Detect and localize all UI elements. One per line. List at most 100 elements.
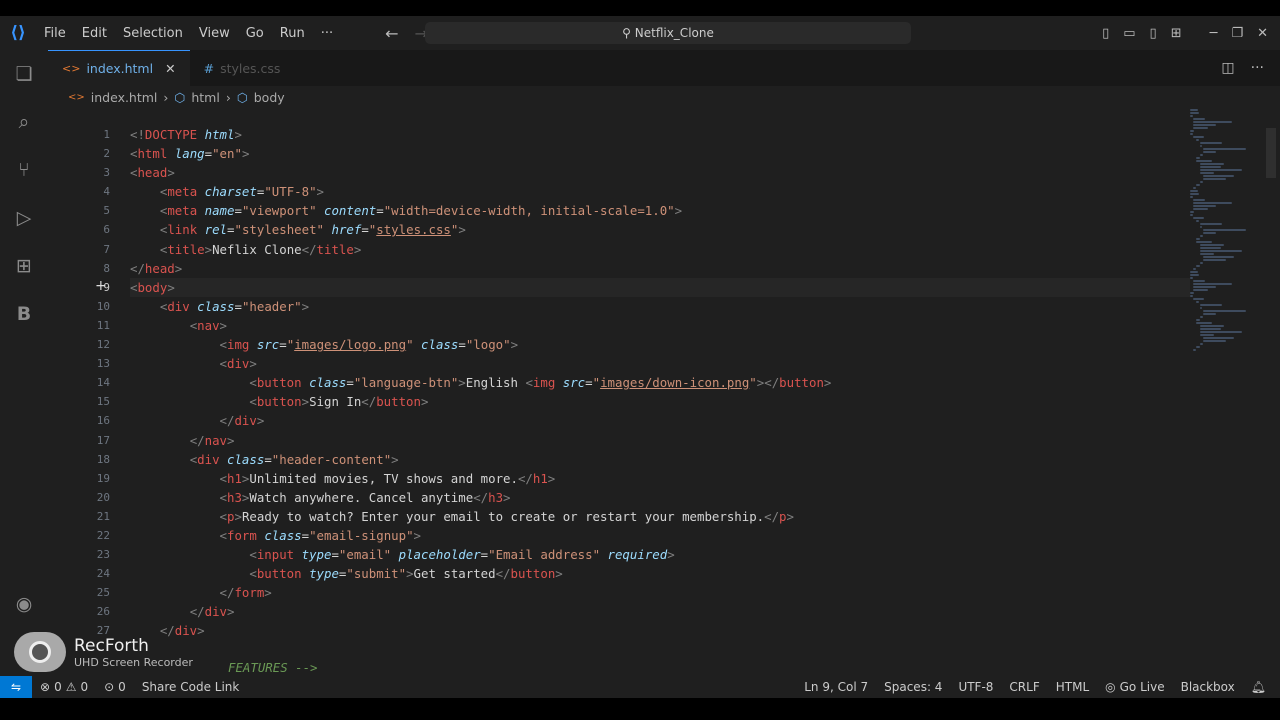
split-editor-icon[interactable]: ◫ [1221, 60, 1234, 76]
ports-indicator[interactable]: ⊙ 0 [96, 680, 134, 694]
account-icon[interactable]: ◉ [0, 580, 48, 628]
toggle-secondary-sidebar-icon[interactable]: ▯ [1150, 26, 1157, 41]
menu-selection[interactable]: Selection [115, 26, 191, 41]
notifications-bell-icon[interactable]: 🔔︎ [1243, 680, 1274, 694]
toggle-panel-icon[interactable]: ▭ [1123, 26, 1135, 41]
code-line: <div> [219, 356, 257, 372]
command-center-search[interactable]: ⚲ Netflix_Clone [425, 22, 911, 44]
minimap-line [1190, 115, 1194, 117]
code-area[interactable]: <!DOCTYPE html> <html lang="en"> <head> <m… [130, 125, 1190, 641]
line-number: 15 [96, 395, 110, 409]
tab-styles-css[interactable]: # styles.css [190, 50, 295, 86]
minimap-line [1193, 121, 1232, 123]
minimize-icon[interactable]: ─ [1210, 26, 1218, 41]
problems-indicator[interactable]: ⊗ 0 ⚠ 0 [32, 680, 96, 694]
blackbox-icon[interactable]: B [0, 290, 48, 338]
minimap-line [1199, 262, 1204, 264]
add-comment-plus-icon[interactable]: + [95, 278, 107, 294]
line-ending[interactable]: CRLF [1001, 680, 1047, 694]
css-file-icon: # [203, 60, 215, 76]
minimap-line [1199, 223, 1222, 225]
line-number: 6 [103, 223, 110, 237]
close-window-icon[interactable]: ✕ [1257, 26, 1268, 41]
status-bar: ⇋ ⊗ 0 ⚠ 0 ⊙ 0 Share Code Link Ln 9, Col … [0, 676, 1280, 698]
close-tab-icon[interactable]: ✕ [165, 61, 175, 76]
extensions-icon[interactable]: ⊞ [0, 242, 48, 290]
minimap-line [1199, 145, 1203, 147]
breadcrumb-html[interactable]: html [191, 90, 219, 105]
code-editor[interactable]: 1 2 3 4 5 6 7 8 9 +10 11 12 13 14 15 16 17 18 19 20 21 22 23 24… [48, 108, 1280, 676]
warning-icon: ⚠ [65, 680, 77, 694]
search-view-icon[interactable]: ⌕ [0, 98, 48, 146]
menu-go[interactable]: Go [238, 26, 272, 41]
code-line: </nav> [189, 432, 235, 448]
customize-layout-icon[interactable]: ⊞ [1171, 26, 1182, 41]
minimap-line [1190, 196, 1194, 198]
tab-index-html[interactable]: <> index.html ✕ [48, 50, 190, 86]
line-number: 26 [96, 605, 110, 619]
minimap-line [1196, 265, 1200, 267]
minimap-line [1196, 238, 1200, 240]
code-line: </div> [219, 413, 265, 429]
line-number: 22 [96, 528, 110, 542]
minimap-line [1193, 187, 1197, 189]
code-line: <title>Neflix Clone</title> [159, 241, 362, 257]
source-control-icon[interactable]: ⑂ [0, 146, 48, 194]
indentation[interactable]: Spaces: 4 [876, 680, 950, 694]
more-actions-icon[interactable]: ··· [1251, 60, 1264, 76]
remote-indicator-icon[interactable]: ⇋ [0, 676, 32, 698]
menu-file[interactable]: File [36, 26, 74, 41]
minimap-line [1196, 241, 1212, 243]
explorer-icon[interactable]: ❏ [0, 50, 48, 98]
line-number: 11 [96, 318, 110, 332]
breadcrumb-file[interactable]: index.html [91, 90, 158, 105]
code-line: </form> [219, 585, 272, 601]
share-code-link[interactable]: Share Code Link [134, 680, 248, 694]
minimap-line [1190, 133, 1194, 135]
line-number: 25 [96, 586, 110, 600]
minimap-line [1193, 202, 1232, 204]
encoding[interactable]: UTF-8 [950, 680, 1001, 694]
minimap-line [1190, 214, 1194, 216]
cursor-position[interactable]: Ln 9, Col 7 [796, 680, 876, 694]
menu-edit[interactable]: Edit [74, 26, 115, 41]
vertical-scrollbar[interactable] [1266, 128, 1276, 178]
minimap[interactable] [1190, 108, 1258, 368]
minimap-line [1190, 274, 1199, 276]
minimap-line [1199, 163, 1225, 165]
go-live-button[interactable]: ◎ Go Live [1097, 680, 1172, 694]
minimap-line [1199, 307, 1203, 309]
html-file-icon: <> [62, 62, 81, 75]
code-line: <form class="email-signup"> [219, 527, 421, 543]
recorder-watermark: RecForth UHD Screen Recorder [14, 632, 193, 672]
minimap-line [1199, 244, 1225, 246]
minimap-line [1199, 172, 1215, 174]
minimap-line [1202, 259, 1226, 261]
line-number-gutter: 1 2 3 4 5 6 7 8 9 +10 11 12 13 14 15 16 17 18 19 20 21 22 23 24… [48, 125, 110, 641]
minimap-line [1199, 142, 1222, 144]
minimap-line [1193, 136, 1205, 138]
menu-view[interactable]: View [191, 26, 238, 41]
menu-run[interactable]: Run [272, 26, 313, 41]
restore-icon[interactable]: ❐ [1231, 26, 1243, 41]
minimap-line [1199, 343, 1204, 345]
ports-count: 0 [118, 680, 126, 694]
menu-more[interactable]: ··· [313, 26, 341, 41]
toggle-sidebar-icon[interactable]: ▯ [1102, 26, 1109, 41]
code-line: <button class="language-btn">English <im… [249, 375, 832, 391]
line-number: 4 [103, 185, 110, 199]
minimap-line [1199, 334, 1215, 336]
minimap-line [1199, 250, 1242, 252]
blackbox-status[interactable]: Blackbox [1173, 680, 1243, 694]
run-debug-icon[interactable]: ▷ [0, 194, 48, 242]
code-line: <head> [130, 165, 175, 181]
back-arrow-icon[interactable]: ← [385, 24, 398, 43]
minimap-line [1199, 304, 1222, 306]
minimap-line [1202, 313, 1216, 315]
minimap-line [1196, 301, 1200, 303]
breadcrumb-body[interactable]: body [254, 90, 285, 105]
minimap-line [1196, 346, 1200, 348]
language-mode[interactable]: HTML [1048, 680, 1097, 694]
minimap-line [1193, 286, 1216, 288]
minimap-line [1202, 232, 1216, 234]
